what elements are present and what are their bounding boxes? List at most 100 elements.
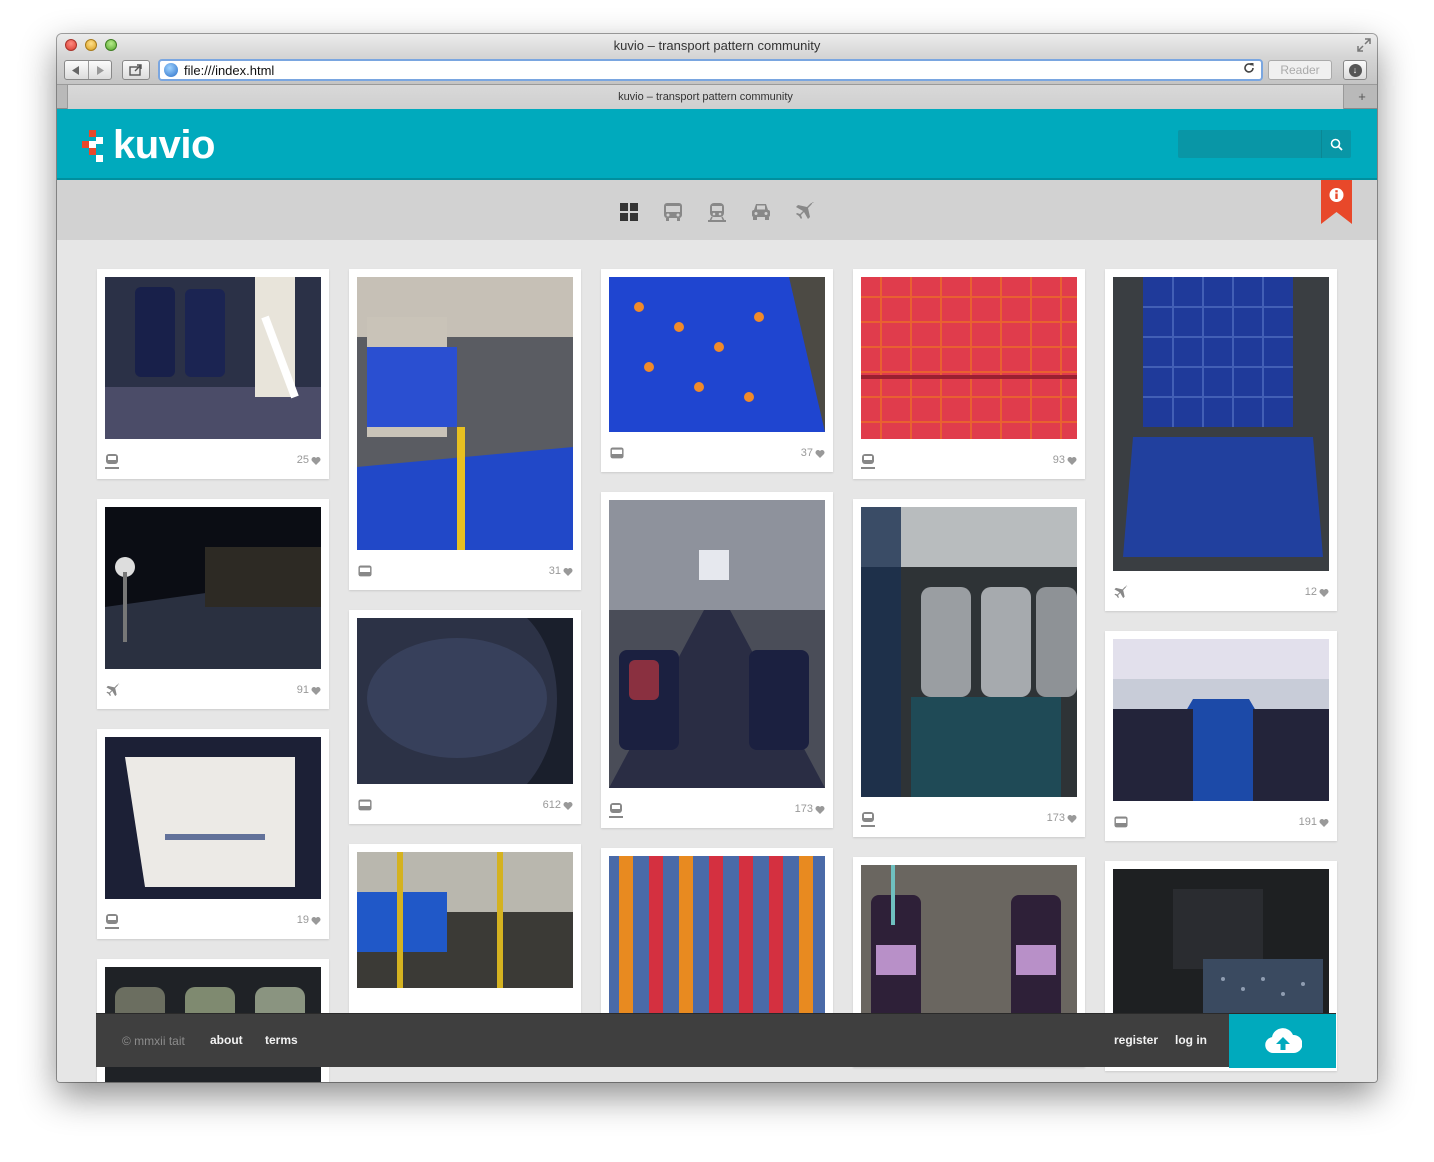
- category-filter-bar: [57, 180, 1377, 240]
- photo-train-aisle: [609, 500, 825, 788]
- card-footer: 191: [1113, 805, 1329, 841]
- about-link[interactable]: about: [210, 1033, 243, 1047]
- photo-blue-check-seat: [1113, 277, 1329, 571]
- forward-button[interactable]: [87, 61, 112, 79]
- forward-arrow-icon: [96, 65, 104, 75]
- like-count[interactable]: 173: [795, 803, 825, 815]
- photo-card[interactable]: 93: [853, 269, 1085, 479]
- like-count-value: 31: [548, 565, 561, 577]
- upload-button[interactable]: [1229, 1014, 1336, 1068]
- new-tab-button[interactable]: +: [1351, 88, 1373, 106]
- photo-blurred-fabric: [357, 618, 573, 784]
- reader-button[interactable]: Reader: [1268, 60, 1332, 80]
- copyright-text: © mmxii tait: [122, 1034, 185, 1048]
- like-count-value: 25: [296, 454, 309, 466]
- share-icon: [129, 64, 142, 76]
- history-navigation: [64, 60, 112, 80]
- photo-type-icon: [105, 683, 121, 699]
- like-count[interactable]: 25: [297, 454, 321, 466]
- heart-icon: [815, 805, 825, 814]
- photo-card[interactable]: 12: [1105, 269, 1337, 611]
- like-count-value: 612: [542, 799, 561, 811]
- tab-kuvio[interactable]: kuvio – transport pattern community: [67, 85, 1344, 109]
- heart-icon: [311, 456, 321, 465]
- info-ribbon[interactable]: [1321, 180, 1352, 224]
- fullscreen-icon[interactable]: [1357, 38, 1371, 52]
- heart-icon: [1319, 588, 1329, 597]
- photo-type-icon: [1113, 815, 1129, 831]
- card-footer: 91: [105, 673, 321, 709]
- url-text[interactable]: file:///index.html: [184, 63, 274, 78]
- back-button[interactable]: [65, 61, 88, 79]
- photo-card[interactable]: 173: [853, 499, 1085, 837]
- card-footer: 173: [861, 801, 1077, 837]
- card-footer: 25: [105, 443, 321, 479]
- address-bar[interactable]: file:///index.html: [158, 59, 1263, 81]
- heart-icon: [1319, 818, 1329, 827]
- like-count[interactable]: 31: [549, 565, 573, 577]
- card-footer: 19: [105, 903, 321, 939]
- like-count[interactable]: 191: [1299, 816, 1329, 828]
- photo-bus-seats-blue: [357, 277, 573, 550]
- register-link[interactable]: register: [1114, 1033, 1158, 1047]
- photo-bus-upper-deck: [1113, 639, 1329, 801]
- like-count[interactable]: 173: [1047, 812, 1077, 824]
- photo-type-icon: [609, 802, 625, 818]
- heart-icon: [311, 686, 321, 695]
- photo-card[interactable]: 91: [97, 499, 329, 709]
- download-icon: ↓: [1348, 63, 1362, 77]
- card-footer: 612: [357, 788, 573, 824]
- filter-all-button[interactable]: [617, 200, 641, 224]
- heart-icon: [563, 567, 573, 576]
- like-count[interactable]: 93: [1053, 454, 1077, 466]
- like-count-value: 191: [1298, 816, 1317, 828]
- photo-grid: 25 91 19 31 612 37 173 93 173 12 191: [97, 269, 1337, 1082]
- heart-icon: [563, 801, 573, 810]
- photo-type-icon: [105, 453, 121, 469]
- like-count[interactable]: 612: [543, 799, 573, 811]
- kuvio-logo[interactable]: kuvio: [81, 124, 215, 166]
- heart-icon: [311, 916, 321, 925]
- filter-plane-button[interactable]: [793, 200, 817, 224]
- photo-first-great-western-headrest: [105, 737, 321, 899]
- reload-icon[interactable]: [1243, 62, 1255, 77]
- photo-bus-moquette-closeup: [609, 277, 825, 432]
- logo-mark-icon: [81, 128, 105, 162]
- photo-type-icon: [861, 453, 877, 469]
- like-count[interactable]: 19: [297, 914, 321, 926]
- tab-bar: kuvio – transport pattern community +: [57, 84, 1377, 109]
- site-footer: © mmxii tait about terms register log in: [96, 1013, 1336, 1068]
- photo-card[interactable]: 31: [349, 269, 581, 590]
- photo-tube-carriage: [357, 852, 573, 988]
- login-link[interactable]: log in: [1175, 1033, 1207, 1047]
- like-count-value: 173: [794, 803, 813, 815]
- photo-car-seat: [1113, 869, 1329, 1029]
- filter-bus-button[interactable]: [661, 200, 685, 224]
- photo-card[interactable]: 25: [97, 269, 329, 479]
- photo-card[interactable]: 37: [601, 269, 833, 472]
- like-count[interactable]: 12: [1305, 586, 1329, 598]
- filter-car-button[interactable]: [749, 200, 773, 224]
- plane-icon: [796, 202, 814, 219]
- like-count[interactable]: 37: [801, 447, 825, 459]
- search-input[interactable]: [1178, 130, 1321, 158]
- terms-link[interactable]: terms: [265, 1033, 298, 1047]
- like-count-value: 173: [1046, 812, 1065, 824]
- grid-icon: [620, 203, 638, 221]
- photo-card[interactable]: 612: [349, 610, 581, 824]
- filter-train-button[interactable]: [705, 200, 729, 224]
- photo-type-icon: [357, 798, 373, 814]
- photo-type-icon: [1113, 585, 1129, 601]
- photo-card[interactable]: 173: [601, 492, 833, 828]
- photo-type-icon: [861, 811, 877, 827]
- like-count-value: 91: [296, 684, 309, 696]
- photo-card[interactable]: 19: [97, 729, 329, 939]
- like-count[interactable]: 91: [297, 684, 321, 696]
- photo-card[interactable]: 191: [1105, 631, 1337, 841]
- heart-icon: [1067, 814, 1077, 823]
- photo-type-icon: [105, 913, 121, 929]
- share-button[interactable]: [122, 60, 150, 80]
- search-button[interactable]: [1321, 130, 1351, 158]
- downloads-button[interactable]: ↓: [1343, 60, 1367, 80]
- photo-grey-train-seats: [861, 507, 1077, 797]
